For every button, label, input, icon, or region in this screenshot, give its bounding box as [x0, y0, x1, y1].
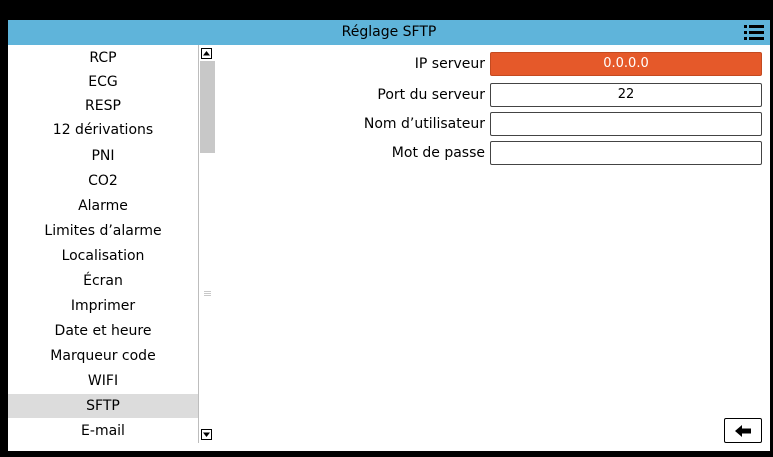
page-title: Réglage SFTP — [341, 24, 437, 40]
sidebar-item-wifi[interactable]: WIFI — [8, 369, 198, 393]
server-ip-field[interactable]: 0.0.0.0 — [490, 52, 762, 76]
sidebar-item-alarm-limits[interactable]: Limites d’alarme — [8, 219, 198, 243]
username-field[interactable] — [490, 112, 762, 136]
sidebar-item-rcp[interactable]: RCP — [8, 46, 198, 70]
settings-sidebar: RCP ECG RESP 12 dérivations PNI CO2 Alar… — [8, 45, 198, 451]
title-bar: Réglage SFTP — [8, 20, 770, 45]
username-label: Nom d’utilisateur — [363, 116, 485, 132]
sidebar-item-ecg[interactable]: ECG — [8, 70, 198, 94]
sidebar-item-date-time[interactable]: Date et heure — [8, 319, 198, 343]
scroll-down-icon[interactable] — [201, 429, 212, 440]
sidebar-item-screen[interactable]: Écran — [8, 269, 198, 293]
server-ip-label: IP serveur — [414, 56, 485, 72]
sidebar-item-alarm[interactable]: Alarme — [8, 194, 198, 218]
sidebar-item-sftp[interactable]: SFTP — [8, 394, 198, 418]
server-port-field[interactable]: 22 — [490, 83, 762, 107]
back-arrow-icon — [735, 425, 751, 437]
password-field[interactable] — [490, 141, 762, 165]
sidebar-item-print[interactable]: Imprimer — [8, 294, 198, 318]
server-port-label: Port du serveur — [377, 87, 485, 103]
sidebar-item-code-marker[interactable]: Marqueur code — [8, 344, 198, 368]
sidebar-item-co2[interactable]: CO2 — [8, 169, 198, 193]
scrollbar-grip-icon — [204, 291, 211, 297]
sidebar-item-pni[interactable]: PNI — [8, 144, 198, 168]
list-menu-icon[interactable] — [744, 23, 764, 41]
back-button[interactable] — [724, 418, 762, 443]
sidebar-item-location[interactable]: Localisation — [8, 244, 198, 268]
password-label: Mot de passe — [391, 145, 485, 161]
sidebar-item-email[interactable]: E-mail — [8, 419, 198, 443]
sidebar-item-resp[interactable]: RESP — [8, 94, 198, 118]
sftp-settings-window: Réglage SFTP RCP ECG RESP 12 dérivations… — [8, 20, 770, 451]
sidebar-item-12-leads[interactable]: 12 dérivations — [8, 118, 198, 142]
